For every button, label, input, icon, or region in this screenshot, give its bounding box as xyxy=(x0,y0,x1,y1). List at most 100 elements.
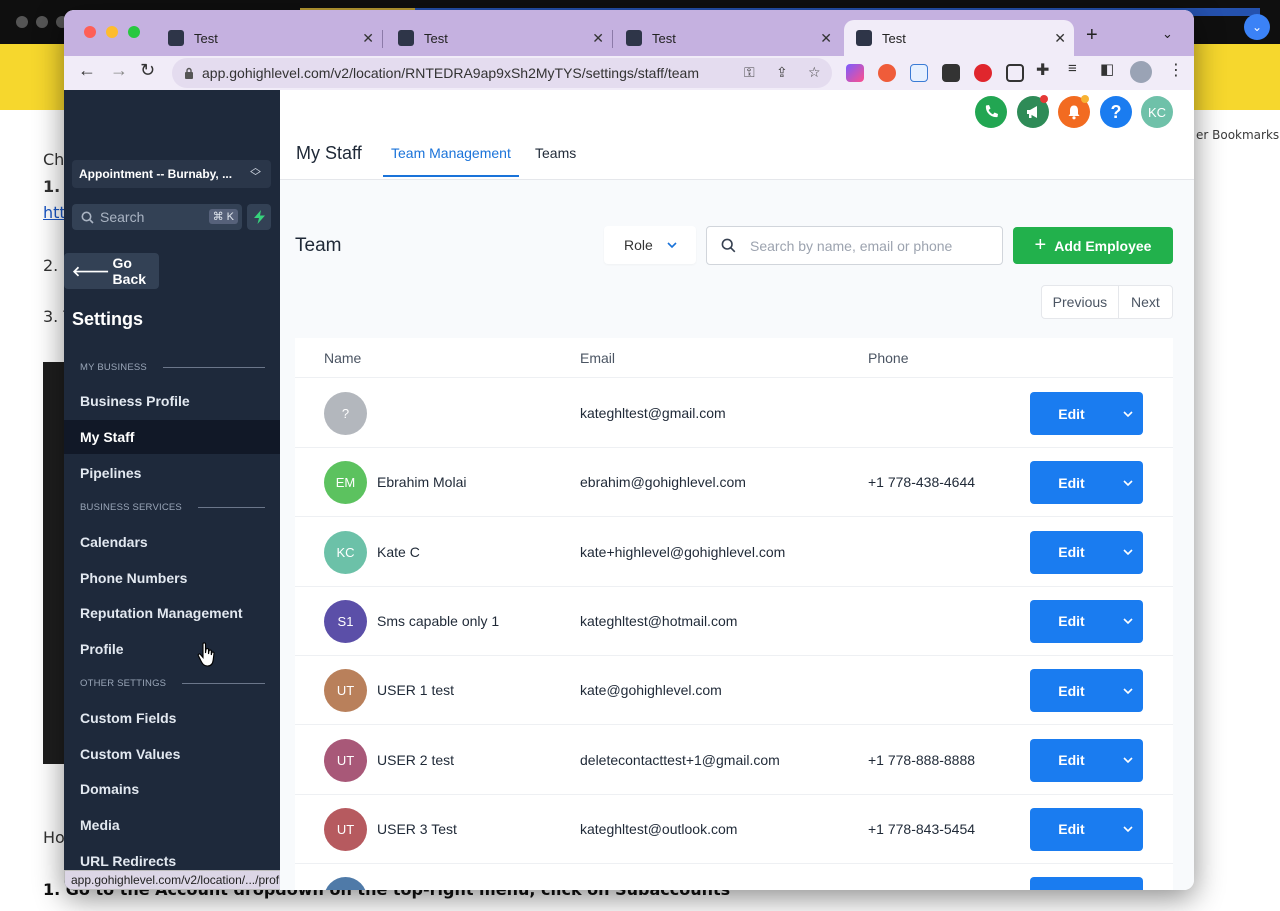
avatar: UT xyxy=(324,669,367,713)
edit-button[interactable]: Edit xyxy=(1030,738,1143,782)
bell-icon[interactable] xyxy=(1058,95,1090,128)
chevron-down-icon[interactable] xyxy=(1113,546,1143,558)
sidebar-item-business-profile[interactable]: Business Profile xyxy=(64,384,280,418)
staff-email: kateghltest@outlook.com xyxy=(580,820,738,837)
chevron-down-icon[interactable] xyxy=(1113,477,1143,489)
browser-tab[interactable]: Test ✕ xyxy=(626,20,840,56)
extension-icon[interactable] xyxy=(942,64,960,82)
sidebar-item-custom-values[interactable]: Custom Values xyxy=(64,737,280,771)
extension-icon[interactable] xyxy=(974,64,992,82)
staff-name: Ebrahim Molai xyxy=(377,474,467,491)
browser-tab[interactable]: Test ✕ xyxy=(398,20,612,56)
edit-button[interactable]: Edit xyxy=(1030,807,1143,851)
avatar: KC xyxy=(324,530,367,574)
sidebar-item-custom-fields[interactable]: Custom Fields xyxy=(64,701,280,735)
next-page-button[interactable]: Next xyxy=(1119,286,1172,318)
staff-search-field[interactable] xyxy=(706,226,1003,265)
reload-icon[interactable]: ↻ xyxy=(140,60,155,81)
quick-actions-button[interactable] xyxy=(247,204,271,230)
chevron-down-icon[interactable] xyxy=(1113,754,1143,766)
extension-icon[interactable] xyxy=(910,64,928,82)
doc-image xyxy=(43,362,65,764)
user-avatar[interactable]: KC xyxy=(1141,96,1173,128)
extension-icon[interactable] xyxy=(846,64,864,82)
avatar: EM xyxy=(324,461,367,505)
forward-icon[interactable]: → xyxy=(110,60,128,81)
sidebar-item-profile[interactable]: Profile xyxy=(64,632,280,666)
previous-page-button[interactable]: Previous xyxy=(1042,286,1119,318)
settings-title: Settings xyxy=(72,309,144,329)
role-filter-dropdown[interactable]: Role xyxy=(604,226,696,264)
doc-link[interactable]: htt xyxy=(43,203,66,222)
edit-button[interactable]: Edit xyxy=(1030,877,1143,890)
back-icon[interactable]: ← xyxy=(78,60,96,81)
close-window-icon[interactable] xyxy=(84,26,96,38)
edit-label: Edit xyxy=(1058,613,1085,630)
tab-close-icon[interactable]: ✕ xyxy=(362,30,374,47)
edit-button[interactable]: Edit xyxy=(1030,599,1143,643)
staff-email: kateghltest@hotmail.com xyxy=(580,612,738,629)
chevron-down-icon[interactable] xyxy=(1113,823,1143,835)
column-header-email[interactable]: Email xyxy=(580,350,615,366)
media-control-icon[interactable]: ≡ xyxy=(1068,60,1077,77)
extension-icon[interactable] xyxy=(1006,64,1024,82)
bookmark-star-icon[interactable]: ☆ xyxy=(808,64,821,81)
minimize-window-icon[interactable] xyxy=(106,26,118,38)
tab-close-icon[interactable]: ✕ xyxy=(1054,30,1066,47)
column-header-phone[interactable]: Phone xyxy=(868,350,908,366)
sidebar-item-reputation-management[interactable]: Reputation Management xyxy=(64,596,280,630)
column-header-name[interactable]: Name xyxy=(324,350,361,366)
tab-close-icon[interactable]: ✕ xyxy=(820,30,832,47)
edit-button[interactable]: Edit xyxy=(1030,530,1143,574)
sidebar-item-calendars[interactable]: Calendars xyxy=(64,525,280,559)
edit-button[interactable]: Edit xyxy=(1030,669,1143,713)
help-icon[interactable]: ? xyxy=(1100,96,1132,128)
sidebar-item-pipelines[interactable]: Pipelines xyxy=(64,456,280,490)
url-text: app.gohighlevel.com/v2/location/RNTEDRA9… xyxy=(202,65,699,81)
chevron-down-icon[interactable] xyxy=(1113,408,1143,420)
edit-button[interactable]: Edit xyxy=(1030,461,1143,505)
tab-search-icon[interactable]: ⌄ xyxy=(1162,26,1173,42)
staff-email: ebrahim@gohighlevel.com xyxy=(580,474,746,491)
side-panel-icon[interactable]: ◧ xyxy=(1100,60,1114,78)
tab-close-icon[interactable]: ✕ xyxy=(592,30,604,47)
section-header-my-business: MY BUSINESS xyxy=(80,362,265,373)
share-icon[interactable]: ⇪ xyxy=(776,64,788,81)
tab-teams[interactable]: Teams xyxy=(535,145,576,161)
background-profile-icon[interactable]: ⌄ xyxy=(1244,14,1270,40)
sidebar-item-domains[interactable]: Domains xyxy=(64,772,280,806)
staff-search-input[interactable] xyxy=(750,237,980,254)
edit-button[interactable]: Edit xyxy=(1030,392,1143,435)
bookmarks-label[interactable]: er Bookmarks xyxy=(1196,128,1279,142)
tab-team-management[interactable]: Team Management xyxy=(391,145,511,161)
add-employee-button[interactable]: + Add Employee xyxy=(1013,227,1173,264)
edit-label: Edit xyxy=(1058,405,1085,422)
phone-icon[interactable] xyxy=(975,96,1007,128)
key-icon[interactable]: ⚿ xyxy=(744,64,755,81)
browser-window: Test ✕ Test ✕ Test ✕ Test ✕ + ⌄ ← → ↻ ap… xyxy=(64,10,1194,890)
new-tab-icon[interactable]: + xyxy=(1086,24,1098,47)
staff-name: USER 1 test xyxy=(377,682,455,699)
address-bar[interactable]: app.gohighlevel.com/v2/location/RNTEDRA9… xyxy=(172,58,832,88)
browser-tab[interactable]: Test ✕ xyxy=(168,20,382,56)
sidebar-item-media[interactable]: Media xyxy=(64,808,280,842)
maximize-window-icon[interactable] xyxy=(128,26,140,38)
chevron-down-icon[interactable] xyxy=(1113,615,1143,627)
megaphone-icon[interactable] xyxy=(1017,95,1049,128)
extension-icon[interactable] xyxy=(878,64,896,82)
sidebar-item-phone-numbers[interactable]: Phone Numbers xyxy=(64,561,280,595)
go-back-button[interactable]: 🡐 Go Back xyxy=(64,253,159,289)
sidebar-search[interactable]: Search ⌘ K xyxy=(72,204,242,230)
search-shortcut: ⌘ K xyxy=(208,209,238,224)
browser-tab-active[interactable]: Test ✕ xyxy=(844,20,1074,56)
doc-text: Ch xyxy=(43,150,65,169)
browser-toolbar: ← → ↻ app.gohighlevel.com/v2/location/RN… xyxy=(64,56,1194,90)
sidebar-item-my-staff[interactable]: My Staff xyxy=(64,420,280,454)
chevron-down-icon[interactable] xyxy=(1113,685,1143,697)
extensions-puzzle-icon[interactable]: ✚ xyxy=(1036,60,1049,80)
staff-phone: +1 778-888-8888 xyxy=(868,751,976,768)
edit-label: Edit xyxy=(1058,682,1085,699)
profile-avatar[interactable] xyxy=(1130,61,1152,83)
location-switcher[interactable]: Appointment -- Burnaby, ... ︿ ﹀ xyxy=(72,160,271,188)
more-menu-icon[interactable]: ⋮ xyxy=(1168,60,1184,80)
